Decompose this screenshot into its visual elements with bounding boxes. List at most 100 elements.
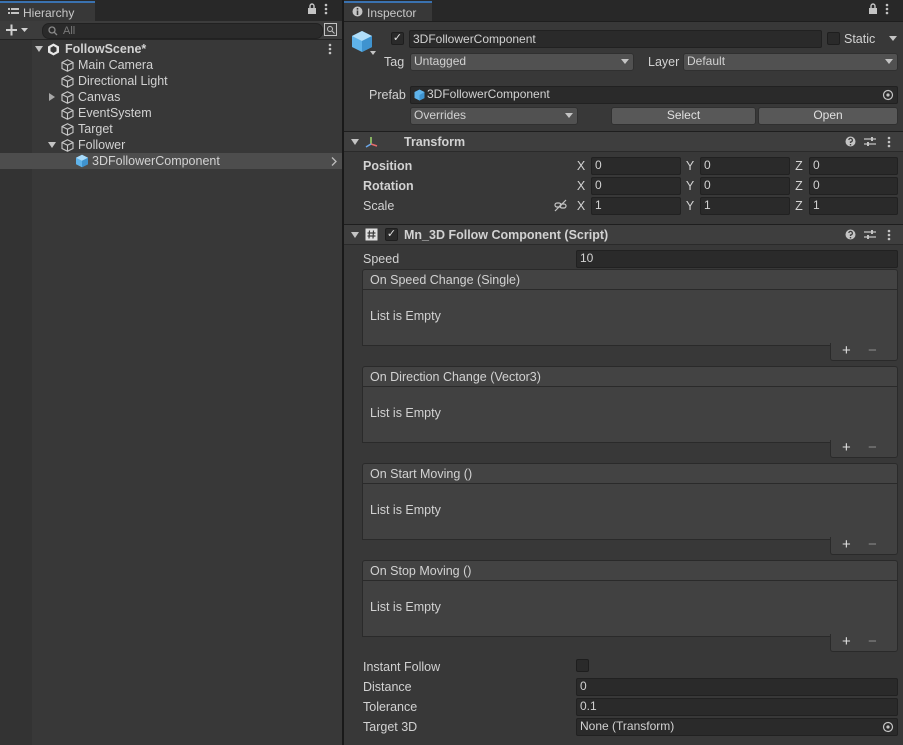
axis-y-label: Y — [685, 159, 695, 173]
inspector-tab[interactable]: Inspector — [344, 1, 432, 21]
remove-item-button[interactable]: − — [868, 343, 877, 359]
lock-icon[interactable] — [868, 3, 878, 15]
hierarchy-item-label: Follower — [78, 138, 126, 152]
expand-arrow-icon[interactable] — [35, 46, 43, 52]
event-header: On Direction Change (Vector3) — [362, 366, 898, 387]
position-y-field[interactable]: 0 — [700, 157, 790, 175]
constrain-proportions-link-icon[interactable] — [554, 199, 567, 212]
position-label: Position — [363, 159, 413, 173]
hierarchy-item-target[interactable]: Target — [0, 121, 342, 137]
open-button[interactable]: Open — [758, 107, 898, 125]
layer-dropdown[interactable]: Default — [683, 53, 898, 71]
scale-x-field[interactable]: 1 — [591, 197, 681, 215]
speed-field[interactable]: 10 — [576, 250, 898, 268]
script-icon — [365, 228, 378, 241]
script-enabled-checkbox[interactable]: ✓ — [385, 228, 398, 241]
expand-arrow-icon[interactable] — [48, 142, 56, 148]
distance-label: Distance — [363, 680, 412, 694]
hierarchy-tab[interactable]: Hierarchy — [0, 1, 95, 21]
foldout-arrow-icon[interactable] — [351, 232, 359, 238]
add-item-button[interactable]: + — [842, 634, 851, 650]
more-menu-icon[interactable] — [885, 3, 889, 15]
component-menu-icon[interactable] — [887, 136, 891, 148]
lock-icon[interactable] — [307, 3, 317, 15]
hierarchy-item-label: EventSystem — [78, 106, 152, 120]
gameobject-cube-icon — [61, 75, 74, 88]
scale-y-field[interactable]: 1 — [700, 197, 790, 215]
transform-title: Transform — [404, 135, 466, 149]
event-list-footer: + − — [830, 343, 898, 361]
chevron-down-icon — [565, 113, 573, 118]
static-dropdown-arrow-icon[interactable] — [889, 36, 897, 41]
expand-arrow-icon[interactable] — [49, 93, 55, 101]
chevron-right-icon[interactable] — [331, 157, 337, 166]
tag-dropdown[interactable]: Untagged — [410, 53, 634, 71]
instant-follow-checkbox[interactable] — [576, 659, 589, 672]
search-placeholder: All — [63, 25, 76, 37]
hierarchy-item-3dfollowercomponent[interactable]: 3DFollowerComponent — [0, 153, 342, 169]
hierarchy-item-label: Canvas — [78, 90, 121, 104]
prefab-large-icon — [351, 30, 377, 56]
active-checkbox[interactable]: ✓ — [391, 32, 404, 45]
object-picker-icon[interactable] — [882, 89, 894, 101]
hierarchy-tab-label: Hierarchy — [23, 6, 75, 20]
tolerance-field[interactable]: 0.1 — [576, 698, 898, 716]
static-checkbox[interactable] — [827, 32, 840, 45]
remove-item-button[interactable]: − — [868, 440, 877, 456]
axis-x-label: X — [576, 179, 586, 193]
hierarchy-item-label: Main Camera — [78, 58, 154, 72]
position-x-field[interactable]: 0 — [591, 157, 681, 175]
distance-field[interactable]: 0 — [576, 678, 898, 696]
scene-row[interactable]: FollowScene* — [0, 41, 342, 57]
search-icon — [48, 26, 58, 36]
target-3d-field[interactable]: None (Transform) — [576, 718, 898, 736]
rotation-y-field[interactable]: 0 — [700, 177, 790, 195]
gameobject-cube-icon — [61, 59, 74, 72]
add-item-button[interactable]: + — [842, 343, 851, 359]
search-scene-icon[interactable] — [324, 23, 337, 36]
rotation-z-field[interactable]: 0 — [809, 177, 898, 195]
hierarchy-item-main-camera[interactable]: Main Camera — [0, 57, 342, 73]
scale-z-field[interactable]: 1 — [809, 197, 898, 215]
help-icon[interactable] — [845, 229, 856, 240]
overrides-dropdown[interactable]: Overrides — [410, 107, 578, 125]
hierarchy-item-label: Target — [78, 122, 113, 136]
hierarchy-item-eventsystem[interactable]: EventSystem — [0, 105, 342, 121]
rotation-label: Rotation — [363, 179, 414, 193]
axis-z-label: Z — [795, 199, 803, 213]
event-header: On Stop Moving () — [362, 560, 898, 581]
scene-menu-icon[interactable] — [328, 43, 332, 55]
prefab-asset-field[interactable]: 3DFollowerComponent — [410, 86, 898, 104]
add-item-button[interactable]: + — [842, 537, 851, 553]
event-header: On Speed Change (Single) — [362, 269, 898, 290]
hierarchy-item-follower[interactable]: Follower — [0, 137, 342, 153]
list-icon — [8, 7, 19, 17]
create-plus-icon[interactable] — [6, 24, 30, 36]
component-menu-icon[interactable] — [887, 229, 891, 241]
event-title: On Speed Change (Single) — [370, 273, 521, 287]
foldout-arrow-icon[interactable] — [351, 139, 359, 145]
hierarchy-item-canvas[interactable]: Canvas — [0, 89, 342, 105]
add-item-button[interactable]: + — [842, 440, 851, 456]
preset-settings-icon[interactable] — [864, 229, 876, 240]
rotation-x-field[interactable]: 0 — [591, 177, 681, 195]
tag-value: Untagged — [414, 54, 467, 68]
remove-item-button[interactable]: − — [868, 537, 877, 553]
axis-y-label: Y — [685, 199, 695, 213]
preset-settings-icon[interactable] — [864, 136, 876, 147]
more-menu-icon[interactable] — [324, 3, 328, 15]
position-z-field[interactable]: 0 — [809, 157, 898, 175]
inspector-panel: Inspector ✓ 3DFollowerComponent Static T… — [344, 0, 903, 745]
hierarchy-item-directional-light[interactable]: Directional Light — [0, 73, 342, 89]
hierarchy-item-label: 3DFollowerComponent — [92, 154, 220, 168]
hierarchy-item-label: Directional Light — [78, 74, 168, 88]
transform-header[interactable]: Transform — [344, 131, 903, 152]
hierarchy-search-input[interactable]: All — [42, 23, 323, 39]
object-name-field[interactable]: 3DFollowerComponent — [409, 30, 822, 48]
help-icon[interactable] — [845, 136, 856, 147]
event-title: On Direction Change (Vector3) — [370, 370, 541, 384]
object-picker-icon[interactable] — [882, 721, 894, 733]
select-button[interactable]: Select — [611, 107, 756, 125]
remove-item-button[interactable]: − — [868, 634, 877, 650]
script-component-header[interactable]: ✓ Mn_3D Follow Component (Script) — [344, 224, 903, 245]
